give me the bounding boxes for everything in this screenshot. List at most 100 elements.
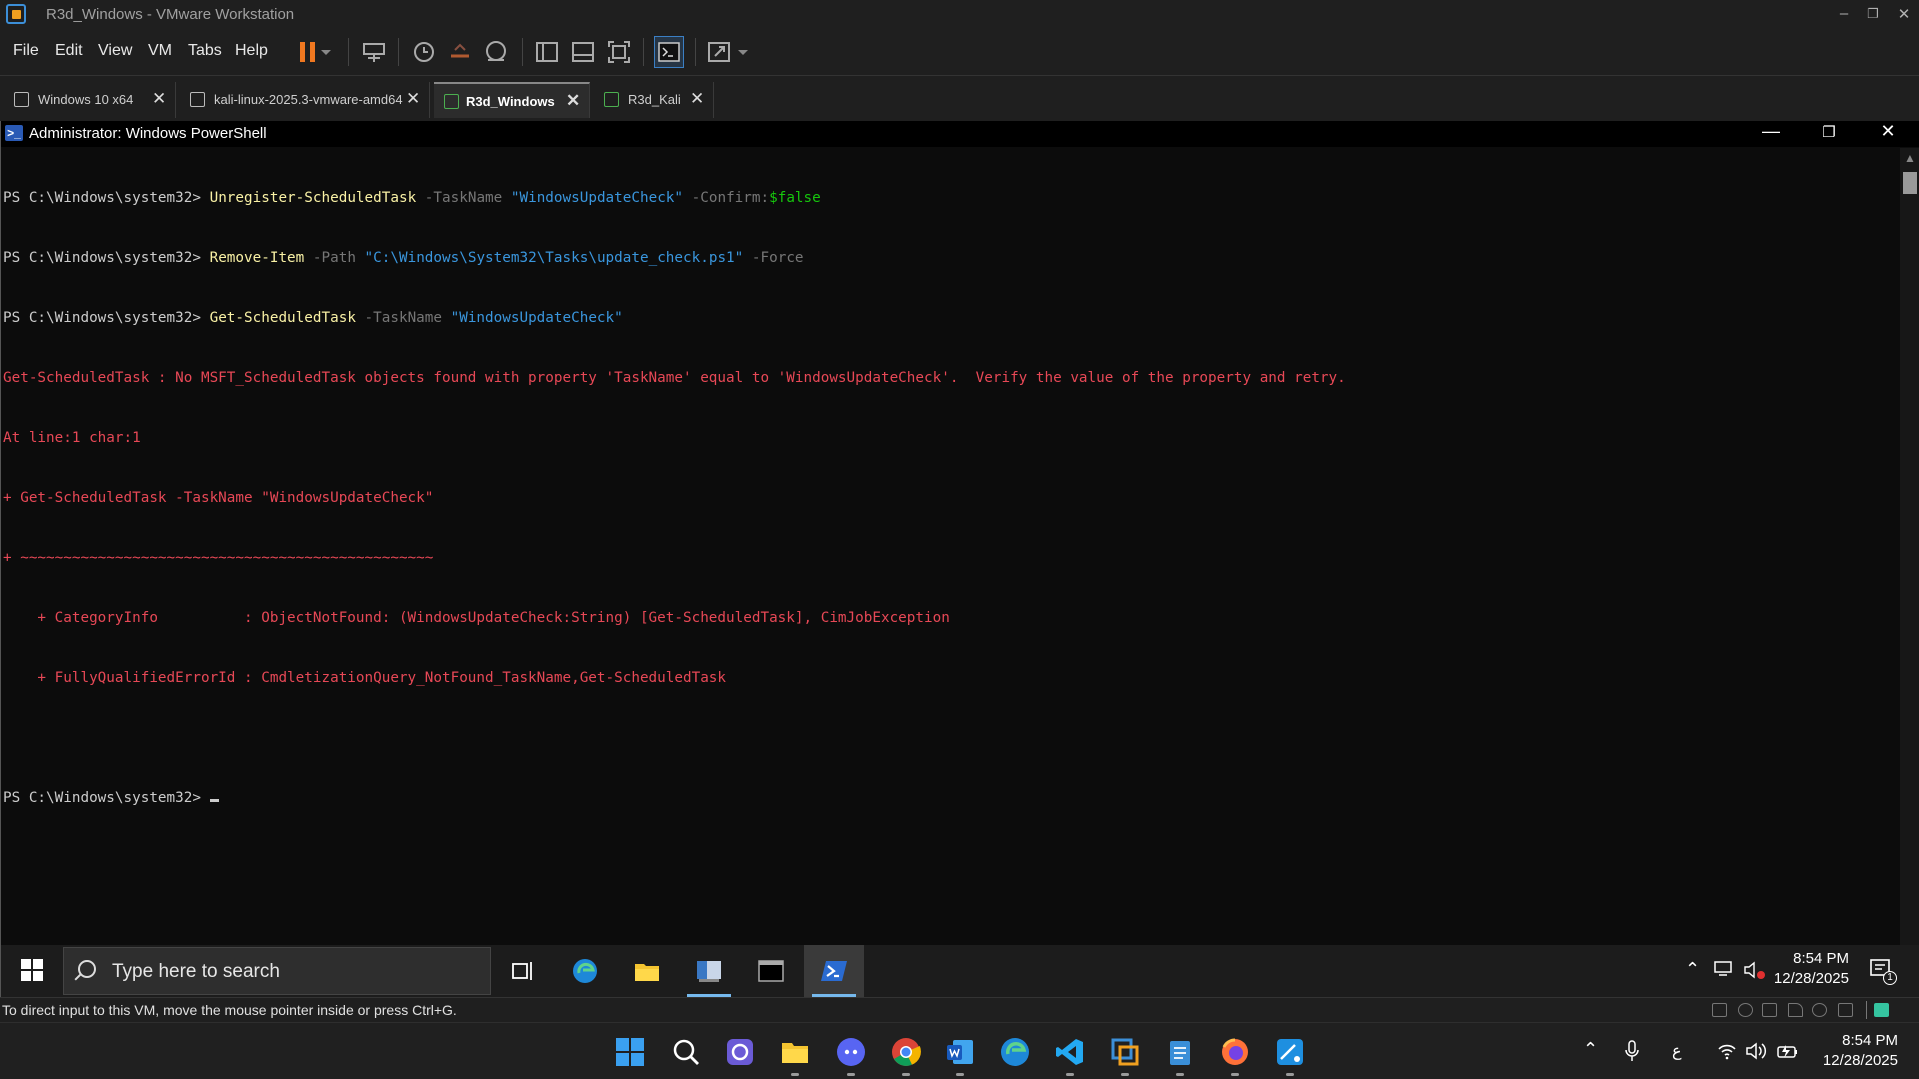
restore-button[interactable]: ❐: [1861, 6, 1885, 22]
sound-card-icon[interactable]: [1788, 1003, 1803, 1017]
guest-time: 8:54 PM: [1793, 950, 1849, 967]
task-view-icon[interactable]: [493, 945, 553, 997]
search-placeholder: Type here to search: [112, 961, 280, 982]
host-time: 8:54 PM: [1842, 1032, 1898, 1049]
menu-file[interactable]: File: [13, 42, 39, 60]
vmware-logo-icon: [6, 4, 26, 24]
tab-kali-linux[interactable]: kali-linux-2025.3-vmware-amd64 ✕: [180, 82, 430, 118]
powershell-icon: >_: [5, 125, 23, 141]
snapshot-manager-icon[interactable]: [482, 38, 510, 66]
windows-start-icon[interactable]: [21, 959, 43, 981]
discord-icon[interactable]: [829, 1030, 873, 1076]
powershell-minimize-button[interactable]: —: [1756, 121, 1786, 142]
error-line: + FullyQualifiedErrorId : CmdletizationQ…: [3, 670, 727, 686]
menu-help[interactable]: Help: [235, 42, 268, 60]
menu-view[interactable]: View: [98, 42, 132, 60]
powershell-window-title: Administrator: Windows PowerShell: [29, 125, 267, 142]
host-clock[interactable]: 8:54 PM 12/28/2025: [1808, 1031, 1898, 1071]
action-center-icon[interactable]: 1: [1869, 957, 1897, 985]
windows-start-icon[interactable]: [608, 1030, 652, 1074]
guest-clock[interactable]: 8:54 PM 12/28/2025: [1769, 949, 1849, 989]
usb-controller-icon[interactable]: [1812, 1003, 1827, 1017]
hard-disk-icon[interactable]: [1712, 1003, 1727, 1017]
pause-dropdown-arrow-icon[interactable]: [318, 38, 334, 66]
powershell-maximize-button[interactable]: ❐: [1814, 123, 1844, 141]
menu-tabs[interactable]: Tabs: [188, 42, 222, 60]
tab-windows-10-x64[interactable]: Windows 10 x64 ✕: [4, 82, 176, 118]
full-screen-icon[interactable]: [605, 38, 633, 66]
running-indicator: [1121, 1073, 1129, 1076]
wifi-icon[interactable]: [1717, 1042, 1737, 1060]
tab-close-icon[interactable]: ✕: [566, 91, 580, 111]
display-icon[interactable]: [1874, 1003, 1889, 1017]
window-title: R3d_Windows - VMware Workstation: [46, 6, 295, 23]
firefox-icon[interactable]: [1213, 1030, 1257, 1076]
tab-close-icon[interactable]: ✕: [406, 89, 420, 109]
word-icon[interactable]: [938, 1030, 982, 1076]
battery-charging-icon[interactable]: [1775, 1042, 1799, 1060]
server-manager-icon[interactable]: [679, 945, 739, 997]
menu-vm[interactable]: VM: [148, 42, 172, 60]
vmware-icon[interactable]: [1103, 1030, 1147, 1076]
tab-close-icon[interactable]: ✕: [690, 89, 704, 109]
show-hidden-icons-chevron[interactable]: ⌃: [1583, 1039, 1598, 1060]
text-cursor: [209, 799, 219, 802]
snipping-tool-icon[interactable]: [1268, 1030, 1312, 1076]
console-view-icon[interactable]: [654, 36, 684, 68]
vm-running-icon: [604, 92, 619, 107]
tab-close-icon[interactable]: ✕: [152, 89, 166, 109]
powershell-taskbar-icon[interactable]: [804, 945, 864, 997]
copilot-icon[interactable]: [718, 1030, 762, 1074]
guest-search-box[interactable]: Type here to search: [63, 947, 491, 995]
notification-count-badge: 1: [1883, 971, 1897, 985]
menu-edit[interactable]: Edit: [55, 42, 83, 60]
vmware-menu-toolbar: File Edit View VM Tabs Help: [0, 30, 1919, 74]
powershell-console[interactable]: PS C:\Windows\system32> Unregister-Sched…: [3, 148, 1898, 968]
send-keys-icon[interactable]: [360, 38, 388, 66]
stretch-guest-icon[interactable]: [705, 38, 733, 66]
revert-snapshot-icon[interactable]: [446, 38, 474, 66]
scrollbar-thumb[interactable]: [1903, 172, 1917, 194]
toolbar-separator: [398, 38, 399, 66]
error-line: + Get-ScheduledTask -TaskName "WindowsUp…: [3, 490, 434, 506]
search-icon[interactable]: [664, 1030, 708, 1074]
snapshot-icon[interactable]: [410, 38, 438, 66]
powershell-close-button[interactable]: ✕: [1873, 121, 1903, 142]
volume-icon[interactable]: [1745, 1041, 1767, 1061]
running-indicator: [1066, 1073, 1074, 1076]
close-button[interactable]: ✕: [1892, 5, 1916, 23]
notepad-icon[interactable]: [1158, 1030, 1202, 1076]
powershell-title-bar[interactable]: >_ Administrator: Windows PowerShell — ❐…: [1, 121, 1919, 147]
thumbnail-bar-icon[interactable]: [569, 38, 597, 66]
language-indicator[interactable]: ع: [1672, 1041, 1682, 1061]
command-prompt-icon[interactable]: [741, 945, 801, 997]
network-icon[interactable]: [1713, 961, 1733, 977]
chrome-icon[interactable]: [884, 1030, 928, 1076]
volume-muted-icon[interactable]: [1743, 960, 1767, 980]
file-explorer-icon[interactable]: [617, 945, 677, 997]
microphone-icon[interactable]: [1625, 1040, 1639, 1062]
vm-guest-display[interactable]: >_ Administrator: Windows PowerShell — ❐…: [0, 121, 1919, 997]
stretch-dropdown-arrow-icon[interactable]: [735, 38, 751, 66]
network-adapter-icon[interactable]: [1762, 1003, 1777, 1017]
tab-r3d-kali[interactable]: R3d_Kali ✕: [594, 82, 714, 118]
scroll-up-icon[interactable]: ▲: [1904, 151, 1916, 165]
cd-dvd-icon[interactable]: [1738, 1003, 1753, 1017]
edge-icon[interactable]: [993, 1030, 1037, 1074]
library-icon[interactable]: [533, 38, 561, 66]
error-line: + ~~~~~~~~~~~~~~~~~~~~~~~~~~~~~~~~~~~~~~…: [3, 550, 434, 566]
minimize-button[interactable]: –: [1832, 5, 1856, 22]
show-hidden-icons-chevron[interactable]: ⌃: [1685, 959, 1700, 980]
console-scrollbar[interactable]: ▲ ▼: [1900, 148, 1919, 968]
edge-icon[interactable]: [555, 945, 615, 997]
toolbar-separator: [643, 38, 644, 66]
file-explorer-icon[interactable]: [773, 1030, 817, 1076]
console-line: PS C:\Windows\system32> Unregister-Sched…: [3, 190, 821, 206]
tab-label: Windows 10 x64: [38, 92, 134, 107]
error-line: Get-ScheduledTask : No MSFT_ScheduledTas…: [3, 370, 1346, 386]
tab-r3d-windows[interactable]: R3d_Windows ✕: [434, 82, 590, 118]
vscode-icon[interactable]: [1048, 1030, 1092, 1076]
printer-icon[interactable]: [1838, 1003, 1853, 1017]
error-line: At line:1 char:1: [3, 430, 141, 446]
